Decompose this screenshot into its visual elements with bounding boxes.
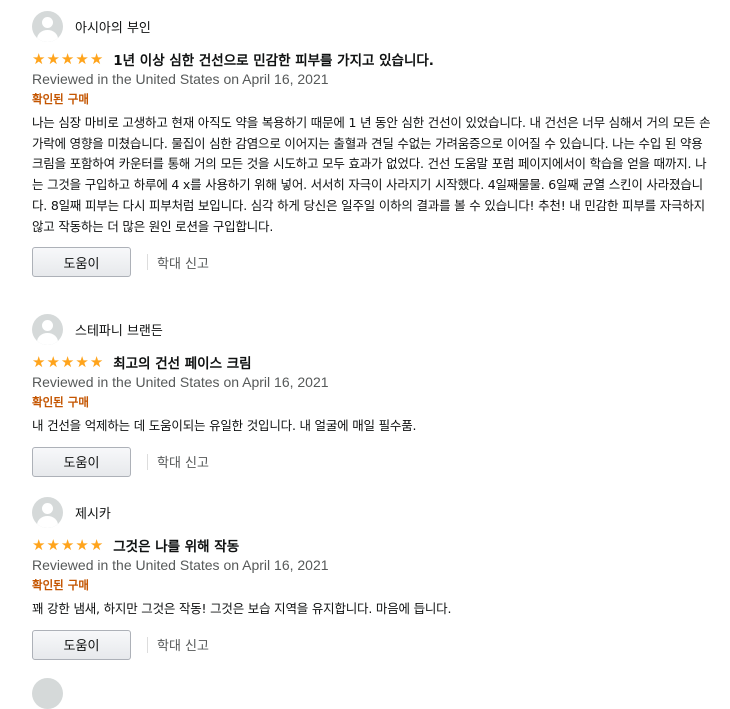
review-profile[interactable]: 아시아의 부인 — [32, 10, 722, 42]
review-profile[interactable]: 제시카 — [32, 496, 722, 528]
review-author[interactable]: 스테파니 브랜든 — [75, 320, 163, 339]
verified-purchase-badge[interactable]: 확인된 구매 — [32, 394, 722, 410]
review-profile[interactable]: 스테파니 브랜든 — [32, 313, 722, 345]
review-title[interactable]: 최고의 건선 페이스 크림 — [113, 352, 251, 372]
verified-purchase-badge[interactable]: 확인된 구매 — [32, 577, 722, 593]
review-author[interactable]: 아시아의 부인 — [75, 17, 151, 36]
report-abuse-link[interactable]: 학대 신고 — [157, 635, 209, 654]
avatar-icon — [32, 313, 63, 345]
helpful-button[interactable]: 도움이 — [32, 247, 131, 278]
review-body: 내 건선을 억제하는 데 도움이되는 유일한 것입니다. 내 얼굴에 매일 필수… — [32, 418, 417, 433]
next-review-avatar-icon — [32, 678, 63, 709]
review-date: Reviewed in the United States on April 1… — [32, 557, 329, 573]
avatar-icon — [32, 10, 63, 42]
helpful-button[interactable]: 도움이 — [32, 629, 131, 660]
review-2: 스테파니 브랜든 ★ ★ ★ ★ ★ 최고의 건선 페이스 크림 Reviewed in… — [32, 313, 722, 477]
divider — [147, 636, 148, 653]
helpful-button[interactable]: 도움이 — [32, 446, 131, 477]
review-title[interactable]: 1년 이상 심한 건선으로 민감한 피부를 가지고 있습니다. — [113, 49, 434, 69]
review-title[interactable]: 그것은 나를 위해 작동 — [113, 535, 239, 555]
verified-purchase-badge[interactable]: 확인된 구매 — [32, 91, 722, 107]
review-1: 아시아의 부인 ★ ★ ★ ★ ★ 1년 이상 심한 건선으로 민감한 피부를 가지고 … — [32, 10, 722, 278]
star-rating-icon[interactable]: ★ ★ ★ ★ ★ — [32, 51, 103, 67]
report-abuse-link[interactable]: 학대 신고 — [157, 452, 209, 471]
star-rating-icon[interactable]: ★ ★ ★ ★ ★ — [32, 537, 103, 553]
report-abuse-link[interactable]: 학대 신고 — [157, 253, 209, 272]
review-body: 꽤 강한 냄새, 하지만 그것은 작동! 그것은 보습 지역을 유지합니다. 마… — [32, 601, 452, 616]
review-body: 나는 심장 마비로 고생하고 현재 아직도 약을 복용하기 때문에 1 년 동안… — [32, 115, 711, 234]
divider — [147, 453, 148, 470]
avatar-icon — [32, 496, 63, 528]
review-3: 제시카 ★ ★ ★ ★ ★ 그것은 나를 위해 작동 Reviewed in the U… — [32, 496, 722, 660]
review-date: Reviewed in the United States on April 1… — [32, 71, 329, 87]
review-date: Reviewed in the United States on April 1… — [32, 374, 329, 390]
divider — [147, 254, 148, 271]
review-author[interactable]: 제시카 — [75, 503, 111, 522]
star-rating-icon[interactable]: ★ ★ ★ ★ ★ — [32, 354, 103, 370]
